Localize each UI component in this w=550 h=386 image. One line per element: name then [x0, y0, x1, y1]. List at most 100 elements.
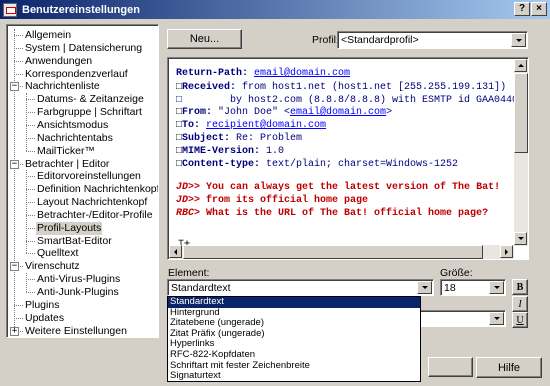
tree-guide-line: [14, 47, 23, 49]
new-button[interactable]: Neu...: [167, 29, 242, 49]
vscroll-thumb[interactable]: [514, 73, 528, 153]
preview-line: □Subject: Re: Problem: [176, 133, 302, 145]
scroll-up-icon[interactable]: [514, 59, 527, 72]
element-dropdown-list[interactable]: Standardtext Hintergrund Zitatebene (unger…: [167, 296, 421, 382]
profile-select[interactable]: <Standardprofil>: [337, 31, 528, 49]
tree-item[interactable]: Betrachter | Editor: [24, 158, 110, 171]
preview-text: Return-Path:: [176, 68, 255, 79]
tree-item[interactable]: Ansichtsmodus: [36, 119, 109, 132]
tree-guide-line: [14, 35, 23, 36]
tree-item[interactable]: Nachrichtenliste: [24, 80, 101, 93]
scroll-left-icon[interactable]: [169, 245, 182, 258]
tree-guide-line: [26, 292, 35, 293]
help-button[interactable]: Hilfe: [476, 357, 542, 378]
bold-button[interactable]: B: [512, 279, 528, 295]
tree-guide-line: [14, 73, 23, 75]
size-label: Größe:: [440, 267, 473, 279]
tree-guide-line: [26, 273, 27, 292]
tree-item[interactable]: Profil-Layouts: [36, 221, 103, 235]
chevron-down-icon[interactable]: [511, 33, 526, 47]
tree-guide-line: [26, 227, 35, 229]
tree-item[interactable]: Farbgruppe | Schriftart: [36, 106, 143, 119]
tree-item[interactable]: Virenschutz: [24, 260, 81, 273]
tree-guide-line: [26, 279, 35, 281]
tree-item[interactable]: Updates: [24, 312, 65, 325]
hidden-button[interactable]: [428, 357, 473, 377]
dropdown-option[interactable]: Standardtext: [168, 297, 420, 308]
preview-line: □To: recipient@domain.com: [176, 120, 326, 132]
preview-line: □ by host2.com (8.8.8/8.8.8) with ESMTP …: [176, 95, 524, 107]
size-select[interactable]: 18: [440, 279, 506, 296]
collapse-icon[interactable]: −: [10, 159, 19, 169]
scroll-right-icon[interactable]: [500, 245, 513, 258]
tree-item[interactable]: Editorvoreinstellungen: [36, 170, 142, 183]
preview-line: JD>> You can always get the latest versi…: [176, 182, 500, 194]
tree-item[interactable]: Betrachter-/Editor-Profile: [36, 209, 154, 222]
tree-guide-line: [26, 253, 35, 255]
tree-item[interactable]: Plugins: [24, 299, 60, 312]
profile-value: <Standardprofil>: [341, 34, 419, 46]
chevron-down-icon[interactable]: [417, 281, 432, 294]
tree-guide-line: [26, 176, 35, 178]
underline-button[interactable]: U: [512, 312, 528, 328]
tree-guide-line: [14, 304, 23, 306]
tree-guide-line: [26, 189, 35, 191]
preview-text: JD: [176, 182, 189, 193]
preview-vscrollbar[interactable]: [514, 59, 528, 246]
preview-text: Re: Problem: [236, 133, 303, 144]
app-icon: [3, 2, 17, 17]
preview-line: □Content-type: text/plain; charset=Windo…: [176, 159, 458, 171]
element-select[interactable]: Standardtext: [167, 279, 434, 296]
expand-icon[interactable]: +: [10, 326, 19, 336]
help-title-button[interactable]: ?: [514, 2, 530, 16]
chevron-down-icon[interactable]: [489, 281, 504, 294]
close-button[interactable]: ×: [531, 2, 547, 16]
preview-text: >> You can always get the latest version…: [188, 182, 501, 193]
tree-item[interactable]: SmartBat-Editor: [36, 235, 113, 248]
tree-item[interactable]: Datums- & Zeitanzeige: [36, 93, 145, 106]
email-link[interactable]: email@domain.com: [290, 107, 386, 118]
tree-guide-line: [26, 240, 35, 242]
tree-item[interactable]: Anwendungen: [24, 55, 93, 68]
element-value: Standardtext: [171, 281, 231, 294]
title-bar: Benutzereinstellungen: [0, 0, 550, 19]
tree-item[interactable]: Weitere Einstellungen: [24, 325, 128, 337]
dropdown-option[interactable]: Signaturtext: [168, 371, 420, 381]
email-link[interactable]: recipient@domain.com: [206, 120, 326, 131]
scroll-down-icon[interactable]: [514, 232, 527, 245]
tree-item[interactable]: Quelltext: [36, 247, 79, 260]
preview-line: □Received: from host1.net (host1.net [25…: [176, 82, 506, 94]
tree-guide-line: [14, 60, 23, 62]
chevron-down-icon[interactable]: [489, 312, 504, 325]
collapse-icon[interactable]: −: [10, 262, 19, 272]
dropdown-option[interactable]: RFC-822-Kopfdaten: [168, 349, 420, 361]
preview-text: From:: [182, 107, 219, 118]
preview-text: Received:: [182, 82, 243, 93]
settings-tree[interactable]: Allgemein System | Datensicherung Anwendun…: [6, 24, 159, 338]
preview-line: Return-Path: email@domain.com: [176, 68, 350, 80]
profile-label: Profil:: [312, 34, 339, 46]
tree-guide-line: [26, 99, 35, 101]
tree-item[interactable]: Anti-Virus-Plugins: [36, 273, 121, 286]
preview-text: "John Doe" <: [218, 107, 291, 118]
preview-text: □ by host2.com (8.8.8/8.8.8) with ESMTP …: [176, 95, 525, 106]
tree-item[interactable]: Allgemein: [24, 29, 72, 42]
size-value: 18: [444, 281, 456, 294]
collapse-icon[interactable]: −: [10, 82, 19, 92]
preview-hscrollbar[interactable]: [169, 245, 514, 259]
tree-item[interactable]: Nachrichtentabs: [36, 132, 114, 145]
tree-guide-line: [14, 317, 23, 319]
email-link[interactable]: email@domain.com: [254, 68, 350, 79]
tree-item[interactable]: Korrespondenzverlauf: [24, 68, 129, 81]
tree-item[interactable]: System | Datensicherung: [24, 42, 143, 55]
tree-item[interactable]: Anti-Junk-Plugins: [36, 286, 120, 299]
preview-pane[interactable]: Return-Path: email@domain.com □Received: …: [167, 57, 529, 260]
hscroll-thumb[interactable]: [183, 245, 483, 259]
preview-text: >: [386, 107, 393, 118]
tree-item[interactable]: Layout Nachrichtenkopf: [36, 196, 148, 209]
tree-item[interactable]: Definition Nachrichtenkopf: [36, 183, 158, 196]
preview-text: To:: [182, 120, 207, 131]
italic-button[interactable]: I: [512, 296, 528, 312]
tree-item[interactable]: MailTicker™: [36, 145, 96, 158]
preview-line: □MIME-Version: 1.0: [176, 146, 284, 158]
